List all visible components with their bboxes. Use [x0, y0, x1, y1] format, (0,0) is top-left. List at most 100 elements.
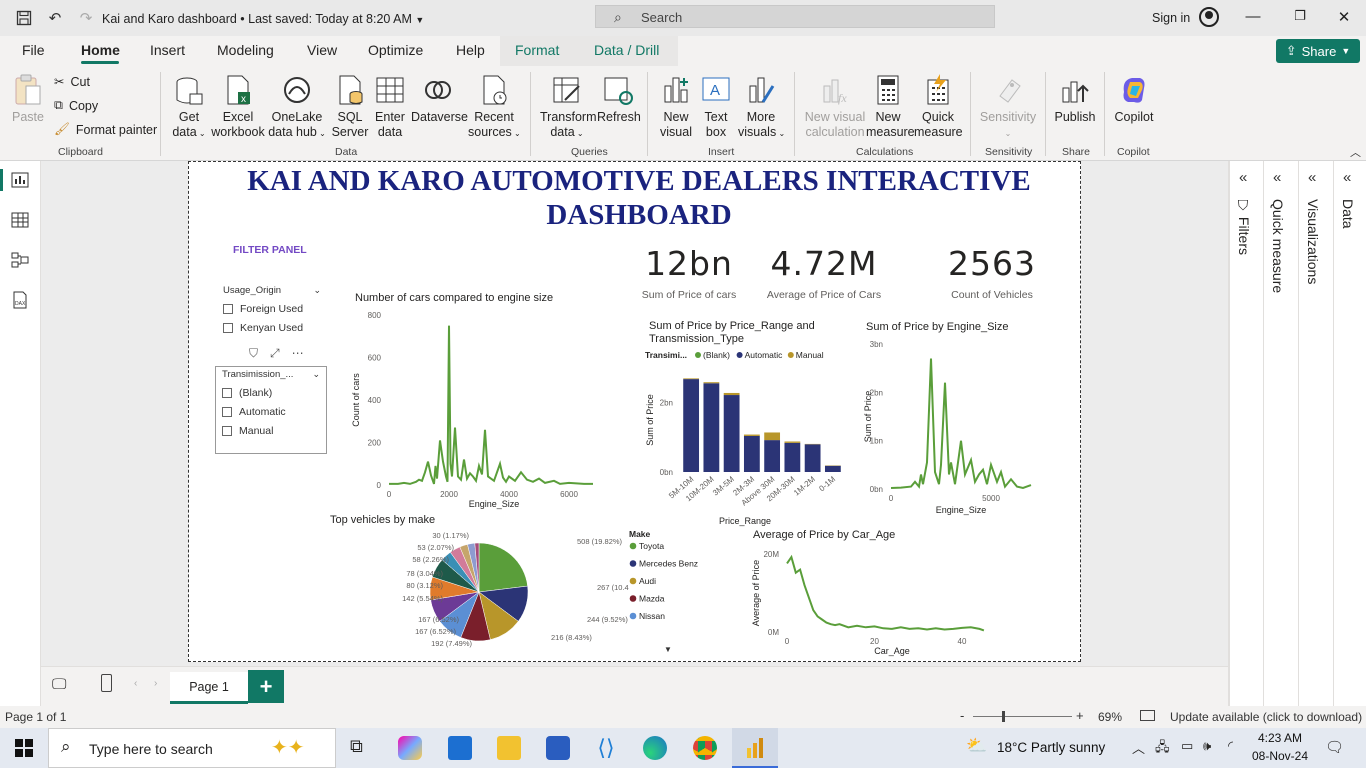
sql-server-button[interactable]: SQL Server	[331, 72, 369, 140]
checkbox[interactable]	[222, 388, 232, 398]
copilot-app-icon[interactable]	[398, 736, 422, 760]
transmission-slicer[interactable]: Transimission_... ⌄ (Blank) Automatic Man…	[215, 366, 327, 454]
slicer-option-foreign-used[interactable]: Foreign Used	[223, 303, 321, 315]
cut-button[interactable]: ✂ Cut	[54, 74, 90, 90]
data-pane[interactable]: « Data	[1333, 161, 1366, 706]
onelake-data-hub-button[interactable]: OneLake data hub ⌄	[268, 72, 326, 141]
file-explorer-icon[interactable]	[497, 736, 521, 760]
weather-text[interactable]: 18°C Partly sunny	[997, 740, 1105, 755]
more-options-icon[interactable]: ⋯	[292, 346, 304, 361]
scroll-left-icon[interactable]: ‹	[134, 678, 137, 689]
filter-icon[interactable]: ⛉	[249, 346, 258, 361]
filters-pane[interactable]: « ⛉ Filters	[1229, 161, 1263, 706]
close-icon[interactable]: ✕	[1334, 8, 1354, 26]
car-age-chart[interactable]: 0M 20M 0 20 40 Car_Age Average of Price	[747, 544, 1007, 660]
slicer-option-automatic[interactable]: Automatic	[222, 406, 320, 418]
publish-button[interactable]: Publish	[1053, 72, 1097, 125]
tab-view[interactable]: View	[307, 42, 337, 58]
top-vehicles-pie-chart[interactable]: 508 (19.82%) 267 (10.42%) 244 (9.52%) 216 (…	[339, 530, 629, 660]
mobile-layout-icon[interactable]	[101, 674, 112, 692]
report-view-icon[interactable]	[11, 171, 29, 189]
tab-format[interactable]: Format	[515, 42, 559, 58]
page-tab-1[interactable]: Page 1	[170, 672, 248, 704]
checkbox[interactable]	[222, 407, 232, 417]
tab-insert[interactable]: Insert	[150, 42, 185, 58]
vscode-icon[interactable]: ⟨⟩	[594, 736, 618, 760]
wifi-icon[interactable]: ◜	[1228, 738, 1233, 754]
zoom-in-button[interactable]: +	[1076, 708, 1084, 723]
mail-app-icon[interactable]	[448, 736, 472, 760]
battery-icon[interactable]: ▭	[1181, 738, 1193, 754]
new-visual-button[interactable]: New visual	[655, 72, 697, 140]
notification-icon[interactable]: 🗨	[1325, 738, 1344, 756]
dax-query-view-icon[interactable]: DAX	[11, 291, 29, 309]
zoom-out-button[interactable]: -	[960, 708, 964, 723]
enter-data-button[interactable]: Enter data	[372, 72, 408, 140]
more-visuals-button[interactable]: More visuals ⌄	[738, 72, 785, 141]
table-view-icon[interactable]	[11, 211, 29, 229]
refresh-button[interactable]: Refresh	[597, 72, 641, 125]
redo-icon[interactable]: ↷	[76, 8, 96, 28]
checkbox[interactable]	[223, 323, 233, 333]
save-icon[interactable]	[14, 8, 34, 28]
edge-browser-icon[interactable]	[643, 736, 667, 760]
store-app-icon[interactable]	[546, 736, 570, 760]
tab-data-drill[interactable]: Data / Drill	[594, 42, 659, 58]
tab-optimize[interactable]: Optimize	[368, 42, 423, 58]
zoom-slider-thumb[interactable]	[1002, 711, 1005, 722]
text-box-button[interactable]: A Text box	[698, 72, 734, 140]
document-title[interactable]: Kai and Karo dashboard • Last saved: Tod…	[102, 12, 424, 26]
share-button[interactable]: ⇪ Share ▼	[1276, 39, 1360, 63]
chevron-down-icon[interactable]: ⌄	[312, 369, 320, 380]
price-range-bar-chart[interactable]: Transimi... (Blank) Automatic Manual 0bn 2bn S…	[643, 348, 853, 528]
sensitivity-button[interactable]: Sensitivity ⌄	[978, 72, 1038, 141]
restore-icon[interactable]: ❐	[1290, 8, 1310, 24]
tab-home[interactable]: Home	[81, 42, 120, 58]
clock-time[interactable]: 4:23 AM	[1258, 731, 1302, 745]
copy-button[interactable]: ⧉ Copy	[54, 98, 98, 113]
volume-icon[interactable]: 🕪	[1203, 738, 1211, 754]
taskbar-search-input[interactable]: ⌕ Type here to search ✦✦	[48, 728, 336, 768]
clock-date[interactable]: 08-Nov-24	[1252, 749, 1308, 763]
price-engine-chart[interactable]: 0bn1bn2bn3bn0 5000Engine_SizeSum of Price	[861, 334, 1041, 529]
expand-icon[interactable]: «	[1273, 169, 1281, 186]
windows-start-icon[interactable]	[15, 739, 33, 757]
visualizations-pane[interactable]: « Visualizations	[1298, 161, 1332, 706]
transform-data-button[interactable]: Transform data ⌄	[540, 72, 597, 141]
chrome-browser-icon[interactable]	[693, 736, 717, 760]
copilot-button[interactable]: Copilot	[1112, 72, 1156, 125]
add-page-button[interactable]: +	[248, 670, 284, 703]
expand-icon[interactable]: «	[1343, 169, 1351, 186]
quick-measure-button[interactable]: Quick measure	[914, 72, 963, 140]
power-bi-icon[interactable]	[743, 736, 767, 760]
tab-modeling[interactable]: Modeling	[217, 42, 274, 58]
collapse-ribbon-icon[interactable]: ︿	[1350, 144, 1361, 160]
zoom-slider-track[interactable]	[973, 716, 1072, 717]
search-input[interactable]: ⌕ Search	[595, 5, 995, 28]
paste-button[interactable]: Paste	[10, 72, 46, 125]
make-legend[interactable]: Make Toyota Mercedes Benz Audi Mazda Nissan	[627, 528, 727, 628]
excel-workbook-button[interactable]: x Excel workbook	[211, 72, 265, 140]
minimize-icon[interactable]: —	[1243, 8, 1263, 25]
network-icon[interactable]: 🖧	[1155, 738, 1170, 760]
fit-to-page-icon[interactable]	[1140, 710, 1155, 721]
expand-icon[interactable]: «	[1308, 169, 1316, 186]
tab-file[interactable]: File	[22, 42, 45, 58]
legend-scroll-down-icon[interactable]: ▼	[664, 645, 672, 654]
avatar-icon[interactable]	[1199, 7, 1219, 27]
new-visual-calculation-button[interactable]: fx New visual calculation	[804, 72, 866, 140]
tab-help[interactable]: Help	[456, 42, 485, 58]
slicer-option-kenyan-used[interactable]: Kenyan Used	[223, 322, 321, 334]
checkbox[interactable]	[222, 426, 232, 436]
checkbox[interactable]	[223, 304, 233, 314]
zoom-level[interactable]: 69%	[1098, 710, 1122, 724]
usage-origin-slicer[interactable]: Usage_Origin ⌄ Foreign Used Kenyan Used	[223, 285, 321, 334]
chevron-up-icon[interactable]: ︿	[1132, 738, 1145, 757]
desktop-layout-icon[interactable]: 🖵	[52, 676, 66, 693]
engine-size-count-chart[interactable]: 0 200 400 600 800 0 2000 4000 6000 Engine_Size Cou…	[349, 307, 609, 512]
weather-icon[interactable]: ⛅	[966, 736, 987, 756]
new-measure-button[interactable]: New measure	[866, 72, 915, 140]
dataverse-button[interactable]: Dataverse	[411, 72, 468, 125]
task-view-icon[interactable]: ⧉	[350, 736, 374, 760]
quick-measure-pane[interactable]: « Quick measure	[1263, 161, 1297, 706]
